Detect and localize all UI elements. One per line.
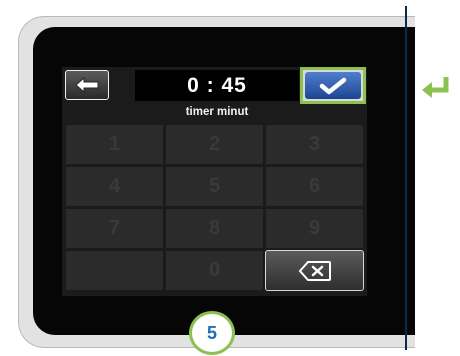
key-3[interactable]: 3 xyxy=(265,124,364,165)
confirm-button-face xyxy=(305,72,361,99)
device-side-edge xyxy=(405,6,407,350)
key-8[interactable]: 8 xyxy=(165,208,264,249)
key-blank xyxy=(65,250,164,291)
backspace-icon xyxy=(298,260,331,281)
key-2[interactable]: 2 xyxy=(165,124,264,165)
confirm-button[interactable] xyxy=(300,67,366,104)
key-9[interactable]: 9 xyxy=(265,208,364,249)
time-unit-label: timer minut xyxy=(185,106,249,118)
checkmark-icon xyxy=(319,77,347,94)
key-0[interactable]: 0 xyxy=(165,250,264,291)
key-6[interactable]: 6 xyxy=(265,166,364,207)
key-7[interactable]: 7 xyxy=(65,208,164,249)
key-1[interactable]: 1 xyxy=(65,124,164,165)
left-arrow-icon xyxy=(75,77,99,93)
numeric-keypad: 1 2 3 4 5 6 7 8 9 0 xyxy=(65,124,365,294)
key-4[interactable]: 4 xyxy=(65,166,164,207)
time-display: 0 : 45 xyxy=(135,70,299,101)
step-number-badge: 5 xyxy=(189,311,235,355)
delete-button[interactable] xyxy=(265,250,364,291)
touchscreen: 0 : 45 timer minut 1 2 3 4 5 6 7 8 9 0 xyxy=(62,67,367,296)
back-button[interactable] xyxy=(65,70,109,100)
key-5[interactable]: 5 xyxy=(165,166,264,207)
enter-return-icon xyxy=(422,77,449,98)
